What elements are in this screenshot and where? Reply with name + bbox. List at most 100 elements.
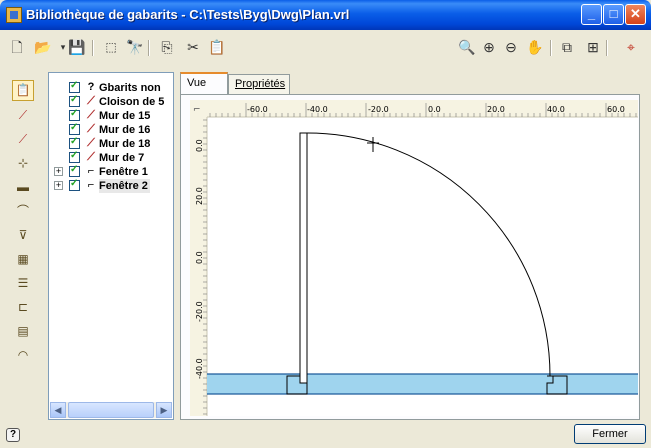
table-tool-icon[interactable]: ▤ [12, 322, 34, 343]
wall-tool-icon[interactable]: ⟋ [12, 106, 34, 127]
ruler-x-label: 60.0 [607, 105, 625, 114]
checkbox[interactable] [69, 108, 80, 121]
tree-item-fenetre-1[interactable]: + ⌐ Fenêtre 1 [49, 164, 173, 179]
paste-icon[interactable]: 📋 [208, 38, 226, 56]
cut-icon[interactable]: ✂ [184, 38, 202, 56]
wall-icon: ⟋ [87, 109, 95, 121]
door-swing-icon: ⌐ [87, 165, 95, 177]
tree-item-cloison[interactable]: ⟋ Cloison de 5 [49, 94, 173, 109]
copy-icon[interactable]: ⎘ [158, 38, 176, 56]
unknown-icon: ? [87, 81, 95, 93]
wall-band [207, 374, 638, 394]
scroll-thumb[interactable] [68, 402, 154, 418]
tree-item-gabarits[interactable]: ? Gbarits non [49, 80, 173, 95]
tree-item-label: Fenêtre 1 [99, 166, 148, 178]
dimension-tool-icon[interactable]: ⊏ [12, 298, 34, 319]
wall-icon: ⟋ [87, 151, 95, 163]
plan-drawing[interactable]: ⌐ -60.0 -40.0 -20.0 0.0 20.0 40.0 60.0 0… [190, 100, 638, 416]
tree-item-label: Mur de 16 [99, 124, 151, 136]
help-button[interactable]: ? [6, 428, 20, 442]
ruler-y-label: 0.0 [195, 139, 204, 152]
checkbox[interactable] [69, 94, 80, 107]
title-bar[interactable]: Bibliothèque de gabarits - C:\Tests\Byg\… [0, 0, 651, 30]
tree-item-label: Fenêtre 2 [99, 179, 150, 193]
wall-icon: ⟋ [87, 123, 95, 135]
app-icon [6, 7, 22, 23]
tree-horizontal-scrollbar[interactable]: ◀ ▶ [50, 402, 172, 418]
rectangle-select-icon[interactable]: ⬚ [102, 38, 120, 56]
tree-item-label: Gbarits non [99, 82, 161, 94]
pan-hand-icon[interactable]: ✋ [526, 38, 544, 56]
save-icon[interactable]: 💾 [68, 38, 86, 56]
expand-toggle[interactable]: + [54, 167, 63, 176]
ruler-y-label: 20.0 [195, 187, 204, 205]
pattern-tool-icon[interactable]: ▦ [12, 250, 34, 271]
ruler-y-label: 0.0 [195, 251, 204, 264]
door-leaf [299, 132, 308, 384]
insert-icon[interactable]: ⧉ [558, 38, 576, 56]
tree-item-label: Cloison de 5 [99, 96, 165, 108]
new-icon[interactable]: 🗋 [8, 38, 26, 56]
tool-palette: 📋 ⟋ ⟋ ⊹ ▬ ⌒ ⊽ ▦ ☰ ⊏ ▤ ◠ [4, 72, 38, 368]
close-window-button[interactable]: ✕ [625, 4, 646, 25]
drawing-canvas[interactable]: ⌐ -60.0 -40.0 -20.0 0.0 20.0 40.0 60.0 0… [190, 100, 638, 416]
checkbox[interactable] [69, 136, 80, 149]
ruler-x-label: 0.0 [428, 105, 441, 114]
tree-item-label: Mur de 7 [99, 152, 145, 164]
scroll-left-button[interactable]: ◀ [50, 402, 66, 418]
arc-tool-icon[interactable]: ◠ [12, 346, 34, 367]
find-icon[interactable]: 🔭 [126, 38, 144, 56]
tree-item-fenetre-2[interactable]: + ⌐ Fenêtre 2 [49, 178, 173, 193]
zoom-out-icon[interactable]: ⊖ [502, 38, 520, 56]
tree-item-mur-15[interactable]: ⟋ Mur de 15 [49, 108, 173, 123]
ruler-x-label: -20.0 [368, 105, 389, 114]
wall-tool-2-icon[interactable]: ⟋ [12, 130, 34, 151]
ruler-x-label: 20.0 [487, 105, 505, 114]
tree-item-mur-18[interactable]: ⟋ Mur de 18 [49, 136, 173, 151]
tab-vue[interactable]: Vue [180, 72, 228, 94]
checkbox[interactable] [69, 122, 80, 135]
ruler-origin-icon: ⌐ [193, 105, 201, 115]
toolbar-separator [550, 40, 552, 56]
maximize-button[interactable]: □ [603, 4, 624, 25]
tree-list: ? Gbarits non ⟋ Cloison de 5 ⟋ Mur de 15… [49, 73, 173, 403]
toolbar-separator [148, 40, 150, 56]
ruler-y-label: -20.0 [195, 301, 204, 322]
zoom-in-icon[interactable]: ⊕ [480, 38, 498, 56]
wall-icon: ⟋ [87, 137, 95, 149]
toolbar-separator [606, 40, 608, 56]
checkbox[interactable] [69, 164, 80, 177]
tree-item-label: Mur de 15 [99, 110, 151, 122]
properties-tool-icon[interactable]: 📋 [12, 80, 34, 101]
zoom-extents-icon[interactable]: 🔍 [458, 38, 476, 56]
expand-toggle[interactable]: + [54, 181, 63, 190]
main-toolbar: 🗋 📂 ▾ 💾 ⬚ 🔭 ⎘ ✂ 📋 🔍 ⊕ ⊖ ✋ ⧉ ⊞ ⌖ [0, 30, 651, 64]
window-tool-icon[interactable]: ⊽ [12, 226, 34, 247]
column-tool-icon[interactable]: ⊹ [12, 154, 34, 175]
grid-icon[interactable]: ⊞ [584, 38, 602, 56]
door-swing-icon: ⌐ [87, 179, 95, 191]
close-button[interactable]: Fermer [574, 424, 646, 444]
tree-item-mur-16[interactable]: ⟋ Mur de 16 [49, 122, 173, 137]
minimize-button[interactable]: _ [581, 4, 602, 25]
tree-item-label: Mur de 18 [99, 138, 151, 150]
beam-tool-icon[interactable]: ▬ [12, 178, 34, 199]
open-icon[interactable]: 📂 [34, 38, 52, 56]
checkbox[interactable] [69, 178, 80, 191]
snap-point-icon[interactable]: ⌖ [622, 38, 640, 56]
tab-proprietes[interactable]: Propriétés [228, 74, 290, 94]
ruler-y-label: -40.0 [195, 358, 204, 379]
window-title: Bibliothèque de gabarits - C:\Tests\Byg\… [26, 7, 350, 22]
ruler-x-label: -40.0 [307, 105, 328, 114]
stair-tool-icon[interactable]: ☰ [12, 274, 34, 295]
template-tree: ? Gbarits non ⟋ Cloison de 5 ⟋ Mur de 15… [48, 72, 174, 420]
checkbox[interactable] [69, 80, 80, 93]
scroll-right-button[interactable]: ▶ [156, 402, 172, 418]
wall-icon: ⟋ [87, 95, 95, 107]
ruler-x-label: 40.0 [547, 105, 565, 114]
toolbar-separator [92, 40, 94, 56]
ruler-x-label: -60.0 [247, 105, 268, 114]
checkbox[interactable] [69, 150, 80, 163]
tree-item-mur-7[interactable]: ⟋ Mur de 7 [49, 150, 173, 165]
door-tool-icon[interactable]: ⌒ [12, 202, 34, 223]
